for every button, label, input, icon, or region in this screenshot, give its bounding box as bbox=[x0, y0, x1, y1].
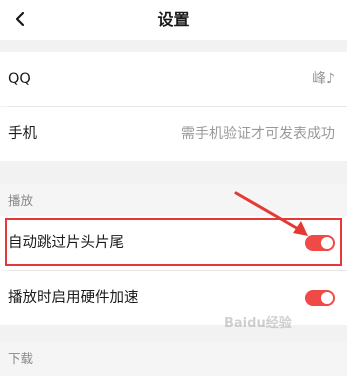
hardware-accel-row[interactable]: 播放时启用硬件加速 bbox=[0, 271, 347, 325]
toggle-knob bbox=[321, 292, 333, 304]
phone-label: 手机 bbox=[8, 126, 37, 142]
section-label-download: 下载 bbox=[8, 351, 34, 366]
section-header-download: 下载 bbox=[0, 342, 347, 376]
spacer bbox=[0, 40, 347, 50]
hardware-accel-toggle[interactable] bbox=[305, 290, 335, 306]
phone-row[interactable]: 手机 需手机验证才可发表成功 bbox=[0, 107, 347, 161]
section-header-playback: 播放 bbox=[0, 184, 347, 218]
top-bar: 设置 bbox=[0, 0, 347, 40]
auto-skip-label: 自动跳过片头片尾 bbox=[8, 235, 124, 251]
auto-skip-row[interactable]: 自动跳过片头片尾 bbox=[0, 216, 347, 270]
watermark-logo: Baidu经验 bbox=[224, 316, 292, 331]
page-title: 设置 bbox=[157, 10, 190, 29]
section-label-playback: 播放 bbox=[8, 193, 34, 208]
qq-value: 峰♪ bbox=[312, 71, 335, 87]
qq-row[interactable]: QQ 峰♪ bbox=[0, 52, 347, 106]
toggle-knob bbox=[321, 237, 333, 249]
phone-value: 需手机验证才可发表成功 bbox=[181, 126, 335, 142]
qq-label: QQ bbox=[8, 71, 31, 87]
auto-skip-toggle[interactable] bbox=[305, 235, 335, 251]
hardware-accel-label: 播放时启用硬件加速 bbox=[8, 290, 139, 306]
